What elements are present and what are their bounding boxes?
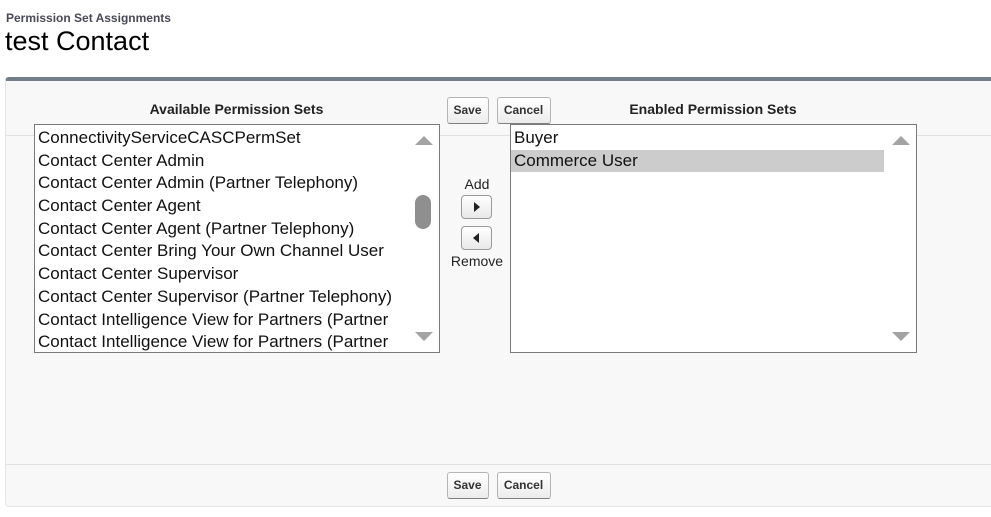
scroll-up-icon[interactable] bbox=[415, 136, 433, 145]
list-item[interactable]: ConnectivityServiceCASCPermSet bbox=[35, 127, 408, 150]
scrollbar-thumb[interactable] bbox=[415, 195, 431, 229]
available-list-scrollbar[interactable] bbox=[409, 125, 439, 352]
add-label: Add bbox=[464, 176, 490, 192]
page-subtitle: Permission Set Assignments bbox=[6, 11, 171, 25]
available-permission-sets-list[interactable]: ConnectivityServiceCASCPermSet Contact C… bbox=[34, 124, 440, 353]
list-item[interactable]: Contact Intelligence View for Partners (… bbox=[35, 331, 408, 352]
list-item-selected[interactable]: Commerce User bbox=[511, 149, 884, 173]
list-item[interactable]: Contact Center Supervisor bbox=[35, 263, 408, 286]
enabled-permission-sets-list[interactable]: Buyer Commerce User bbox=[510, 124, 917, 353]
list-item[interactable]: Contact Intelligence View for Partners (… bbox=[35, 309, 408, 332]
scroll-down-icon[interactable] bbox=[892, 332, 910, 341]
divider-bottom bbox=[6, 464, 991, 465]
triangle-right-icon bbox=[474, 202, 480, 212]
triangle-left-icon bbox=[473, 233, 479, 243]
list-item[interactable]: Buyer bbox=[511, 127, 884, 150]
list-item[interactable]: Contact Center Admin bbox=[35, 150, 408, 173]
list-item[interactable]: Contact Center Bring Your Own Channel Us… bbox=[35, 240, 408, 263]
page-title: test Contact bbox=[5, 26, 150, 56]
save-button-top[interactable]: Save bbox=[446, 97, 489, 124]
list-item[interactable]: Contact Center Agent (Partner Telephony) bbox=[35, 218, 408, 241]
add-button[interactable] bbox=[461, 195, 492, 219]
enabled-list-label: Enabled Permission Sets bbox=[629, 101, 797, 117]
scroll-down-icon[interactable] bbox=[415, 332, 433, 341]
remove-label: Remove bbox=[450, 253, 504, 269]
bottom-button-row: Save Cancel bbox=[6, 472, 991, 499]
list-item[interactable]: Contact Center Agent bbox=[35, 195, 408, 218]
save-button-bottom[interactable]: Save bbox=[446, 472, 489, 499]
scroll-up-icon[interactable] bbox=[892, 136, 910, 145]
enabled-list-scrollbar[interactable] bbox=[886, 125, 916, 352]
remove-button[interactable] bbox=[461, 226, 492, 250]
list-item[interactable]: Contact Center Supervisor (Partner Telep… bbox=[35, 286, 408, 309]
list-item[interactable]: Contact Center Admin (Partner Telephony) bbox=[35, 172, 408, 195]
cancel-button-bottom[interactable]: Cancel bbox=[496, 472, 551, 499]
available-list-label: Available Permission Sets bbox=[149, 101, 324, 117]
page: Permission Set Assignments test Contact … bbox=[0, 0, 991, 517]
